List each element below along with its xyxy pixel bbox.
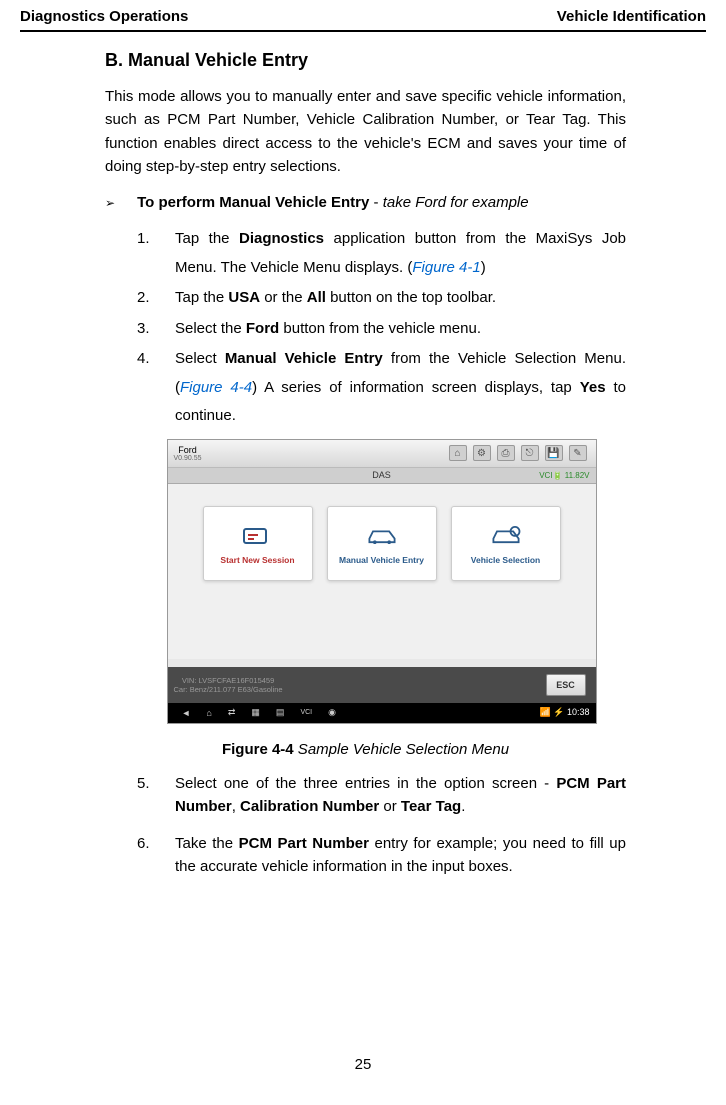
task-italic: take Ford for example [383,194,529,211]
figure-text: Sample Vehicle Selection Menu [294,741,509,758]
step-1: 1. Tap the Diagnostics application butto… [137,225,626,282]
app-icon[interactable]: ▦ [251,707,260,718]
step-number: 4. [137,345,175,431]
step-4: 4. Select Manual Vehicle Entry from the … [137,345,626,431]
card-label: Start New Session [220,555,294,565]
card-start-new-session[interactable]: Start New Session [203,506,313,581]
figure: Ford V0.90.55 ⌂ ⚙ ⎙ ⎋ 💾 ✎ DAS VCI🔋 11.82… [137,439,626,729]
chevron-right-icon: ➢ [105,196,115,210]
figure-caption: Figure 4-4 Sample Vehicle Selection Menu [105,741,626,758]
camera-icon[interactable]: ◉ [328,707,336,718]
clock: 📶 ⚡ 10:38 [540,707,590,718]
car-icon [364,521,400,549]
step-number: 5. [137,772,175,819]
task-sep: - [369,194,382,211]
step-2: 2. Tap the USA or the All button on the … [137,284,626,313]
step-6: 6. Take the PCM Part Number entry for ex… [137,832,626,879]
card-manual-vehicle-entry[interactable]: Manual Vehicle Entry [327,506,437,581]
step-number: 3. [137,315,175,344]
task-heading: ➢ To perform Manual Vehicle Entry - take… [105,194,626,211]
screenshot-image: Ford V0.90.55 ⌂ ⚙ ⎙ ⎋ 💾 ✎ DAS VCI🔋 11.82… [167,439,597,724]
figure-number: Figure 4-4 [222,741,294,758]
setting-icon[interactable]: ⚙ [473,445,491,461]
edit-icon[interactable]: ✎ [569,445,587,461]
ss-topbar: Ford V0.90.55 ⌂ ⚙ ⎙ ⎋ 💾 ✎ [168,440,596,468]
page-number: 25 [0,1056,726,1073]
ss-dasbar: DAS VCI🔋 11.82V [168,468,596,484]
ss-footer: VIN: LVSFCFAE16F015459 Car: Benz/211.077… [168,667,596,703]
print-icon[interactable]: ⎙ [497,445,515,461]
task-bold: To perform Manual Vehicle Entry [137,194,369,211]
card-vehicle-selection[interactable]: Vehicle Selection [451,506,561,581]
recent-icon[interactable]: ⇄ [228,707,236,718]
android-navbar: ◄ ⌂ ⇄ ▦ ▤ VCI ◉ 📶 ⚡ 10:38 [168,703,596,723]
card-label: Vehicle Selection [471,555,540,565]
home-icon[interactable]: ⌂ [206,708,211,718]
car-nav-icon[interactable]: ▤ [276,707,285,718]
section-title: B. Manual Vehicle Entry [105,50,626,71]
voltage-label: VCI🔋 11.82V [539,471,589,480]
das-label: DAS [372,470,391,480]
car-search-icon [488,521,524,549]
header-right: Vehicle Identification [557,8,706,25]
vin-text: VIN: LVSFCFAE16F015459 [174,676,283,685]
step-number: 2. [137,284,175,313]
car-text: Car: Benz/211.077 E63/Gasoline [174,685,283,694]
intro-paragraph: This mode allows you to manually enter a… [105,85,626,178]
back-icon[interactable]: ◄ [182,708,191,718]
step-number: 1. [137,225,175,282]
figure-link[interactable]: Figure 4-4 [180,379,252,396]
step-number: 6. [137,832,175,879]
step-3: 3. Select the Ford button from the vehic… [137,315,626,344]
save-icon[interactable]: 💾 [545,445,563,461]
ss-brand: Ford [174,445,202,455]
esc-button[interactable]: ESC [546,674,586,696]
ss-main: Start New Session Manual Vehicle Entry V… [168,484,596,659]
vci-nav-icon[interactable]: VCI [300,709,312,716]
wifi-icon[interactable]: ⎋ [521,445,539,461]
header-left: Diagnostics Operations [20,8,188,25]
home-icon[interactable]: ⌂ [449,445,467,461]
session-icon [240,521,276,549]
ss-version: V0.90.55 [174,455,202,462]
figure-link[interactable]: Figure 4-1 [412,259,480,276]
step-5: 5. Select one of the three entries in th… [137,772,626,819]
card-label: Manual Vehicle Entry [339,555,424,565]
header-rule [20,30,706,32]
